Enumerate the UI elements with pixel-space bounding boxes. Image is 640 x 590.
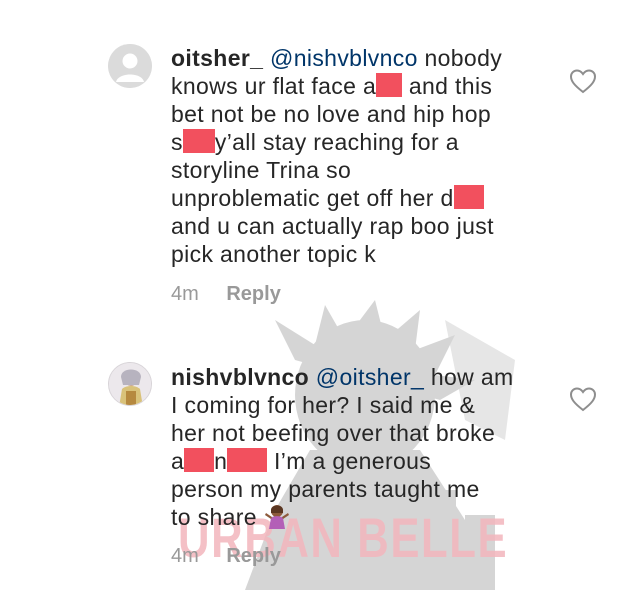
comment-line: I coming for her? I said me & [171, 392, 476, 418]
redaction-box [184, 448, 215, 472]
reply-button[interactable]: Reply [226, 283, 280, 305]
default-avatar-icon[interactable] [108, 44, 152, 88]
heart-outline-icon[interactable] [569, 68, 597, 94]
comment-text: oitsher_ @nishvblvnco nobody knows ur fl… [171, 44, 521, 268]
comment-line: oitsher_ @nishvblvnco nobody [171, 44, 521, 72]
comment-line: knows ur flat face a and this [171, 72, 521, 100]
avatar-portrait-icon [109, 363, 151, 405]
comment-line: to share [171, 503, 521, 531]
comment-line: unproblematic get off her d [171, 184, 521, 212]
comment-line: storyline Trina so [171, 157, 352, 183]
redaction-box [227, 448, 268, 472]
comment-timestamp: 4m [171, 545, 199, 567]
comment-meta: 4m Reply [171, 545, 281, 568]
comment-line: bet not be no love and hip hop [171, 101, 491, 127]
profile-photo-avatar[interactable] [108, 362, 152, 406]
comment-username[interactable]: nishvblvnco [171, 364, 309, 390]
reply-button[interactable]: Reply [226, 545, 280, 567]
comment-username[interactable]: oitsher_ [171, 45, 263, 71]
text-segment: to share [171, 504, 264, 530]
comment-line: s y’all stay reaching for a [171, 128, 521, 156]
comment-line: pick another topic k [171, 241, 377, 267]
text-segment: nobody [417, 45, 503, 71]
redaction-box [182, 129, 215, 153]
text-segment: and this [402, 73, 493, 99]
text-segment: a [171, 448, 185, 474]
user-silhouette-icon [108, 44, 152, 88]
comment-line: person my parents taught me [171, 476, 480, 502]
comment-line: her not beefing over that broke [171, 420, 496, 446]
text-segment: unproblematic get off her d [171, 185, 454, 211]
text-segment: s [171, 129, 183, 155]
comment-text: nishvblvnco @oitsher_ how am I coming fo… [171, 363, 521, 531]
text-segment: n [214, 448, 228, 474]
comment-meta: 4m Reply [171, 283, 281, 306]
mention-link[interactable]: @nishvblvnco [270, 45, 418, 71]
text-segment: how am [424, 364, 514, 390]
comment-line: a n I’m a generous [171, 447, 521, 475]
text-segment: I’m a generous [267, 448, 432, 474]
redaction-box [453, 185, 484, 209]
comment-line: and u can actually rap boo just [171, 213, 494, 239]
woman-shrugging-emoji [264, 505, 289, 529]
text-segment: knows ur flat face a [171, 73, 377, 99]
heart-outline-icon[interactable] [569, 386, 597, 412]
mention-link[interactable]: @oitsher_ [316, 364, 424, 390]
comment-timestamp: 4m [171, 283, 199, 305]
comment-line: nishvblvnco @oitsher_ how am [171, 363, 521, 391]
redaction-box [376, 73, 403, 97]
text-segment: y’all stay reaching for a [214, 129, 459, 155]
